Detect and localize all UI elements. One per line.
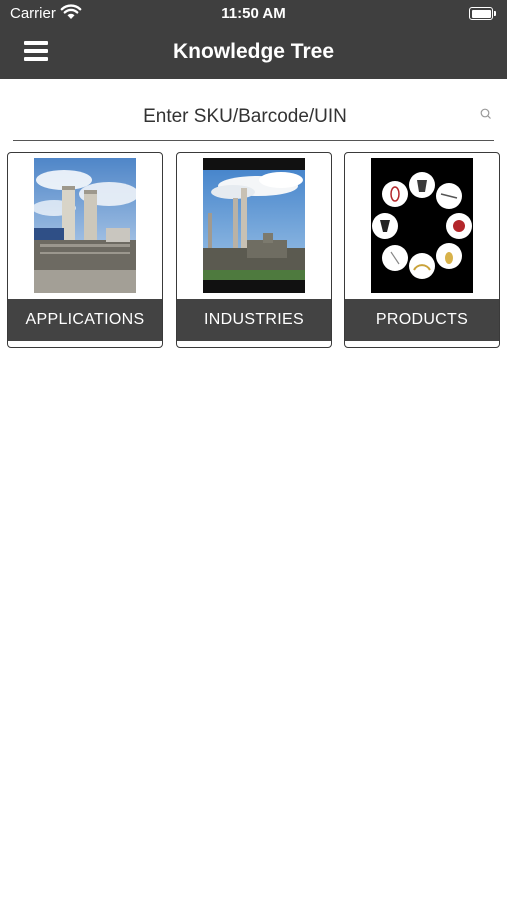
safety-equipment-collage: [371, 158, 473, 293]
search-bar: [13, 98, 494, 141]
category-card-applications[interactable]: APPLICATIONS: [7, 152, 163, 348]
category-card-products[interactable]: PRODUCTS: [344, 152, 500, 348]
category-card-industries[interactable]: INDUSTRIES: [176, 152, 332, 348]
top-bar: Carrier 11:50 AM Knowledge Tree: [0, 0, 507, 79]
category-label-industries: INDUSTRIES: [177, 299, 331, 341]
app-screen: Carrier 11:50 AM Knowledge Tree Enter SK…: [0, 0, 507, 900]
status-time: 11:50 AM: [221, 5, 286, 22]
status-bar: Carrier 11:50 AM: [0, 0, 507, 28]
page-title: Knowledge Tree: [172, 40, 335, 63]
category-label-applications: APPLICATIONS: [8, 299, 162, 341]
category-label-products: PRODUCTS: [345, 299, 499, 341]
factory-smokestacks-photo: [203, 158, 305, 293]
battery-icon: [469, 7, 496, 20]
search-icon[interactable]: [480, 108, 492, 120]
search-input[interactable]: [13, 98, 477, 136]
industrial-towers-photo: [34, 158, 136, 293]
